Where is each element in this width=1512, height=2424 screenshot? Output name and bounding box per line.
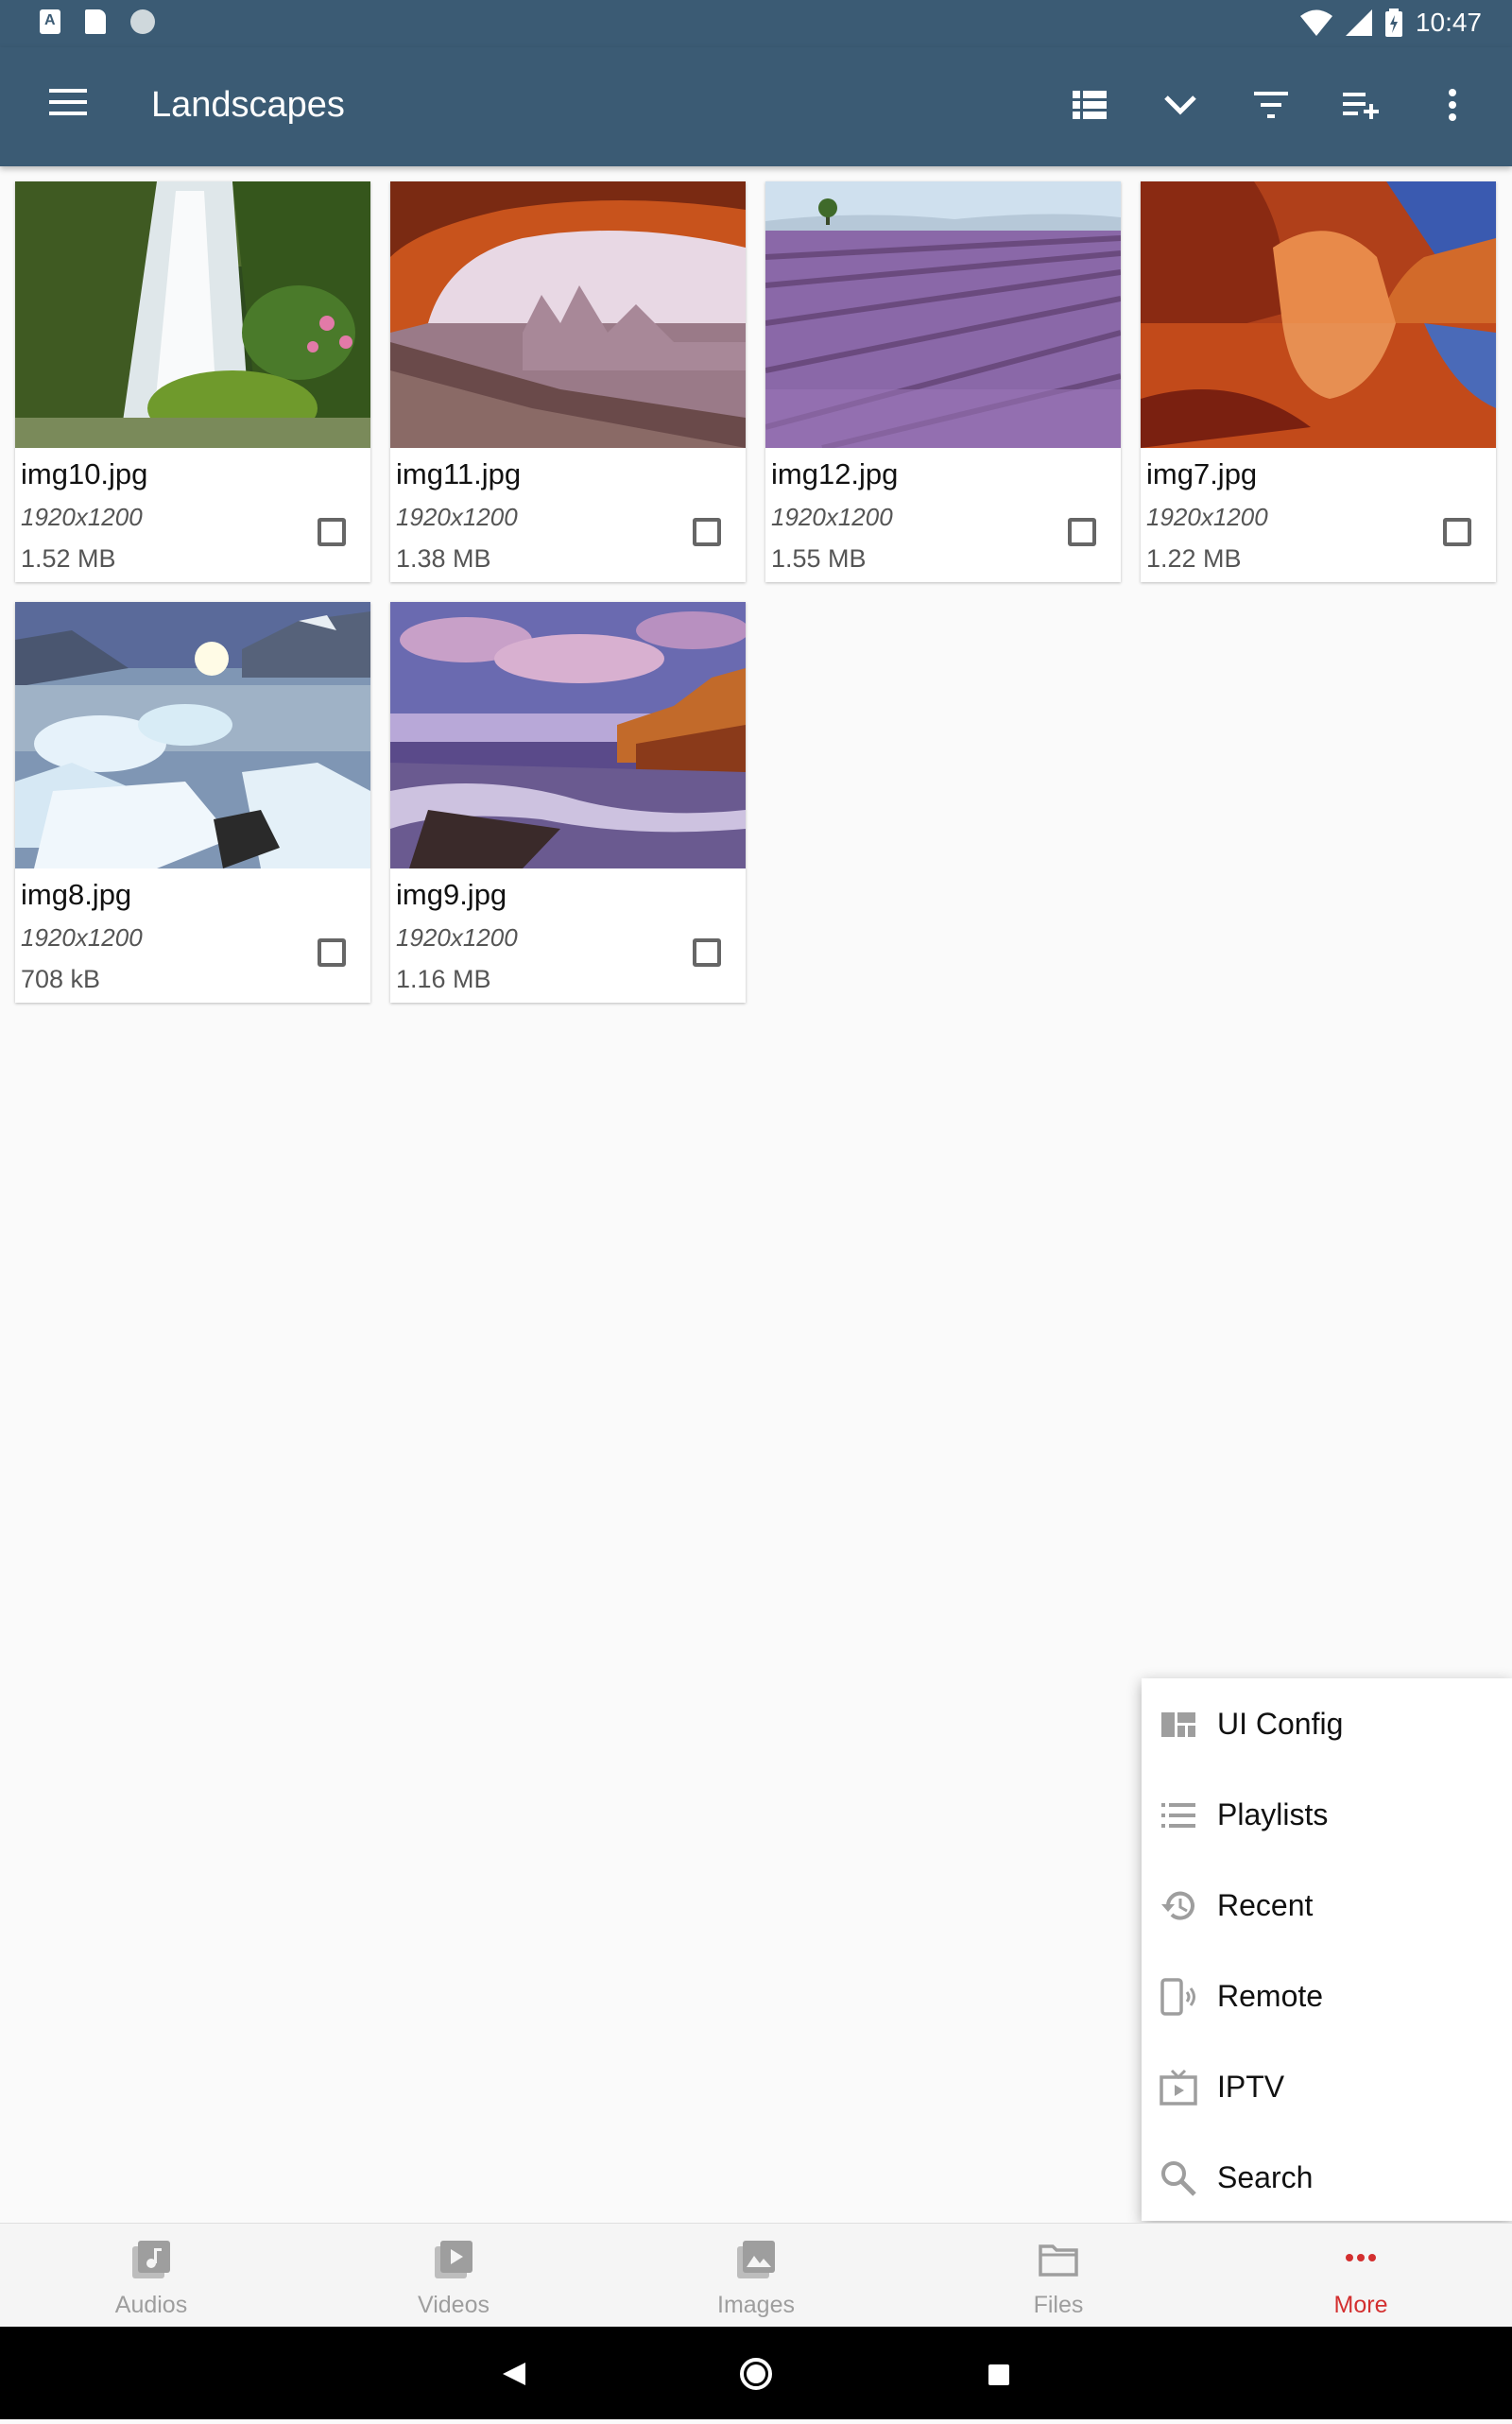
history-icon bbox=[1161, 1891, 1194, 1920]
file-size: 1.52 MB bbox=[21, 544, 116, 573]
filter-icon[interactable] bbox=[1249, 83, 1293, 127]
back-icon bbox=[503, 2363, 525, 2385]
file-size: 1.16 MB bbox=[396, 965, 491, 993]
file-resolution: 1920x1200 bbox=[396, 923, 518, 952]
status-system-icons: 10:47 bbox=[1299, 8, 1482, 38]
image-card[interactable]: img12.jpg 1920x1200 1.55 MB bbox=[765, 181, 1121, 582]
audio-icon bbox=[132, 2241, 170, 2278]
signal-icon bbox=[1345, 9, 1372, 36]
file-name: img12.jpg bbox=[771, 457, 899, 490]
file-resolution: 1920x1200 bbox=[1146, 503, 1268, 531]
nav-audios[interactable]: Audios bbox=[0, 2224, 302, 2328]
image-card[interactable]: img7.jpg 1920x1200 1.22 MB bbox=[1141, 181, 1496, 582]
home-icon bbox=[740, 2358, 772, 2390]
menu-item-iptv[interactable]: IPTV bbox=[1142, 2041, 1512, 2132]
list-view-icon[interactable] bbox=[1068, 83, 1111, 127]
image-card[interactable]: img11.jpg 1920x1200 1.38 MB bbox=[390, 181, 746, 582]
battery-icon bbox=[1384, 9, 1402, 37]
system-navigation-bar bbox=[0, 2327, 1512, 2419]
select-checkbox[interactable] bbox=[693, 518, 721, 546]
nav-label: Videos bbox=[418, 2292, 490, 2318]
video-icon bbox=[435, 2241, 472, 2278]
file-size: 708 kB bbox=[21, 965, 101, 993]
select-checkbox[interactable] bbox=[1068, 518, 1096, 546]
playlist-add-icon[interactable] bbox=[1340, 83, 1383, 127]
menu-item-label: UI Config bbox=[1217, 1707, 1344, 1741]
recents-button[interactable] bbox=[941, 2327, 1055, 2419]
wifi-icon bbox=[1299, 9, 1332, 36]
file-name: img10.jpg bbox=[21, 457, 148, 490]
menu-item-playlists[interactable]: Playlists bbox=[1142, 1769, 1512, 1860]
nav-images[interactable]: Images bbox=[605, 2224, 907, 2328]
menu-item-label: Remote bbox=[1217, 1979, 1324, 2013]
back-button[interactable] bbox=[457, 2327, 571, 2419]
file-name: img8.jpg bbox=[21, 878, 132, 911]
status-notification-icons bbox=[40, 9, 155, 34]
chevron-down-icon[interactable] bbox=[1159, 83, 1202, 127]
thumbnail-arch bbox=[390, 181, 746, 448]
file-resolution: 1920x1200 bbox=[771, 503, 893, 531]
nav-more[interactable]: More bbox=[1210, 2224, 1512, 2328]
sync-circle-icon bbox=[130, 9, 155, 34]
nav-files[interactable]: Files bbox=[907, 2224, 1210, 2328]
select-checkbox[interactable] bbox=[318, 518, 346, 546]
select-checkbox[interactable] bbox=[693, 938, 721, 967]
menu-item-label: Recent bbox=[1217, 1888, 1314, 1922]
bottom-navigation: Audios Videos Images Files More bbox=[0, 2223, 1512, 2328]
menu-item-ui-config[interactable]: UI Config bbox=[1142, 1678, 1512, 1769]
page-title: Landscapes bbox=[151, 85, 345, 125]
menu-item-label: Playlists bbox=[1217, 1797, 1329, 1831]
remote-device-icon bbox=[1160, 1978, 1195, 2016]
thumbnail-lavender bbox=[765, 181, 1121, 448]
file-resolution: 1920x1200 bbox=[21, 503, 143, 531]
recents-icon bbox=[988, 2364, 1009, 2385]
more-vert-icon[interactable] bbox=[1431, 83, 1474, 127]
file-name: img9.jpg bbox=[396, 878, 507, 911]
file-name: img7.jpg bbox=[1146, 457, 1258, 490]
status-bar: 10:47 bbox=[0, 0, 1512, 47]
more-popup-menu: UI Config Playlists Recent Remote IPTV S… bbox=[1142, 1678, 1512, 2221]
file-size: 1.22 MB bbox=[1146, 544, 1242, 573]
nav-label: Images bbox=[717, 2292, 795, 2318]
tv-icon bbox=[1160, 2069, 1197, 2106]
clock: 10:47 bbox=[1415, 8, 1482, 37]
select-checkbox[interactable] bbox=[1443, 518, 1471, 546]
file-name: img11.jpg bbox=[396, 457, 522, 490]
dashboard-icon bbox=[1161, 1712, 1195, 1737]
image-card[interactable]: img9.jpg 1920x1200 1.16 MB bbox=[390, 602, 746, 1003]
menu-item-search[interactable]: Search bbox=[1142, 2132, 1512, 2223]
menu-item-label: IPTV bbox=[1217, 2070, 1285, 2104]
image-card[interactable]: img8.jpg 1920x1200 708 kB bbox=[15, 602, 370, 1003]
nav-videos[interactable]: Videos bbox=[302, 2224, 605, 2328]
menu-item-remote[interactable]: Remote bbox=[1142, 1951, 1512, 2041]
select-checkbox[interactable] bbox=[318, 938, 346, 967]
thumbnail-canyon bbox=[1141, 181, 1496, 448]
file-resolution: 1920x1200 bbox=[21, 923, 143, 952]
file-size: 1.55 MB bbox=[771, 544, 867, 573]
nav-label: More bbox=[1333, 2292, 1388, 2318]
image-icon bbox=[737, 2241, 775, 2278]
home-button[interactable] bbox=[699, 2327, 813, 2419]
keyboard-notification-icon bbox=[40, 9, 60, 34]
nav-label: Files bbox=[1033, 2292, 1084, 2318]
nav-label: Audios bbox=[114, 2292, 188, 2318]
sd-card-icon bbox=[85, 9, 106, 34]
file-resolution: 1920x1200 bbox=[396, 503, 518, 531]
image-card[interactable]: img10.jpg 1920x1200 1.52 MB bbox=[15, 181, 370, 582]
file-size: 1.38 MB bbox=[396, 544, 491, 573]
thumbnail-waterfall bbox=[15, 181, 370, 448]
menu-item-recent[interactable]: Recent bbox=[1142, 1860, 1512, 1951]
more-dots-icon bbox=[1346, 2254, 1376, 2261]
app-bar: Landscapes bbox=[0, 47, 1512, 166]
hamburger-menu-icon[interactable] bbox=[49, 89, 87, 123]
search-icon bbox=[1161, 2161, 1196, 2196]
thumbnail-glacier bbox=[15, 602, 370, 868]
menu-item-label: Search bbox=[1217, 2160, 1314, 2194]
thumbnail-seashore bbox=[390, 602, 746, 868]
folder-icon bbox=[1039, 2244, 1078, 2277]
list-icon bbox=[1161, 1803, 1195, 1828]
